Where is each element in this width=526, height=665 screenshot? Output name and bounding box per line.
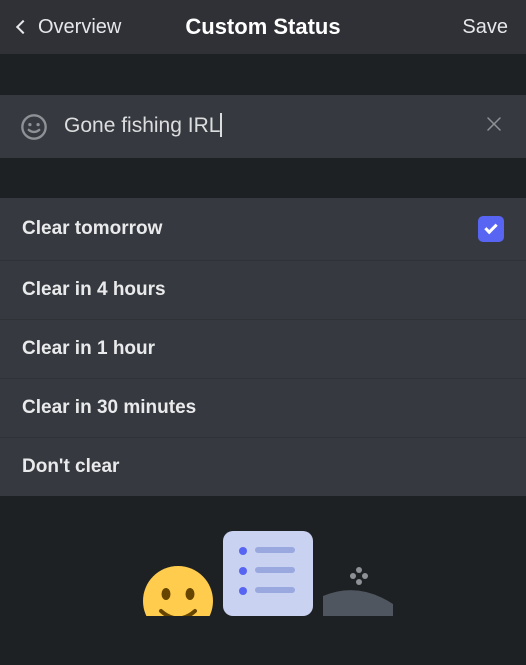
status-input-row[interactable]: Gone fishing IRL xyxy=(0,95,526,158)
illustration-area xyxy=(0,496,526,616)
clear-options-list: Clear tomorrow Clear in 4 hours Clear in… xyxy=(0,198,526,496)
save-button[interactable]: Save xyxy=(398,16,508,39)
checkmark-icon xyxy=(484,220,497,233)
chevron-left-icon xyxy=(16,20,30,34)
header-bar: Overview Custom Status Save xyxy=(0,0,526,55)
back-button[interactable]: Overview xyxy=(18,16,128,39)
back-label: Overview xyxy=(38,16,121,39)
option-label: Clear in 1 hour xyxy=(22,338,155,360)
section-gap xyxy=(0,158,526,198)
clear-option-dont-clear[interactable]: Don't clear xyxy=(0,438,526,496)
option-label: Clear in 4 hours xyxy=(22,279,166,301)
option-label: Don't clear xyxy=(22,456,119,478)
close-icon xyxy=(486,116,502,132)
option-label: Clear tomorrow xyxy=(22,218,162,240)
page-title: Custom Status xyxy=(128,14,398,40)
section-gap xyxy=(0,55,526,95)
clear-input-button[interactable] xyxy=(482,111,506,142)
clear-option-4-hours[interactable]: Clear in 4 hours xyxy=(0,261,526,320)
text-cursor xyxy=(220,113,222,137)
clear-option-30-minutes[interactable]: Clear in 30 minutes xyxy=(0,379,526,438)
checkbox-checked[interactable] xyxy=(478,216,504,242)
option-label: Clear in 30 minutes xyxy=(22,397,196,419)
status-value: Gone fishing IRL xyxy=(64,114,220,137)
status-input[interactable]: Gone fishing IRL xyxy=(64,114,466,138)
clear-option-tomorrow[interactable]: Clear tomorrow xyxy=(0,198,526,261)
emoji-icon[interactable] xyxy=(20,113,48,141)
decorative-illustration xyxy=(93,526,433,616)
clear-option-1-hour[interactable]: Clear in 1 hour xyxy=(0,320,526,379)
